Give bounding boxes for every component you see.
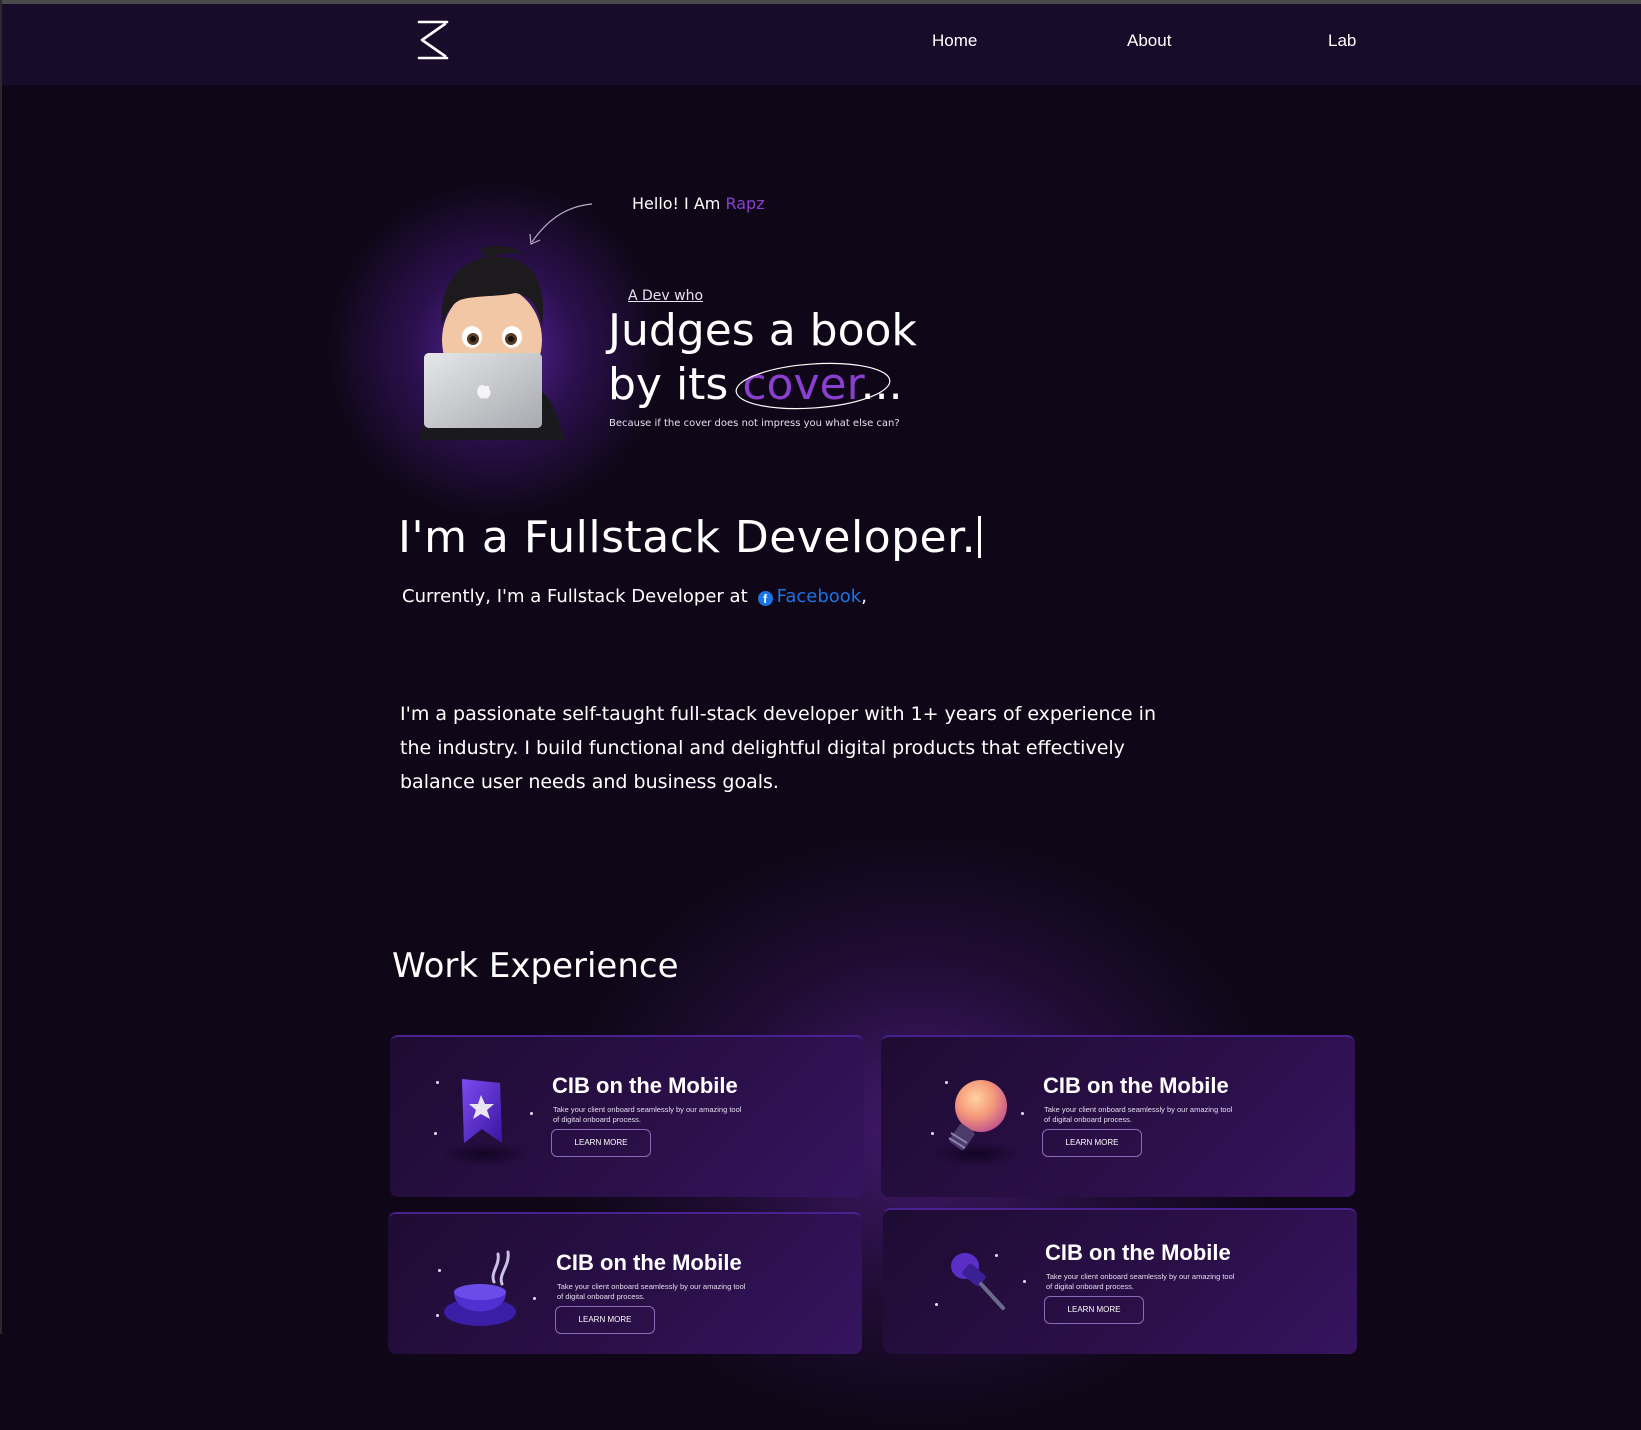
highlight-ellipse: [735, 362, 891, 410]
navbar: Home About Lab: [2, 4, 1641, 85]
sparkle-dot: [530, 1112, 533, 1115]
card-title: CIB on the Mobile: [552, 1073, 738, 1098]
headline-line-2-prefix: by its: [608, 359, 743, 410]
work-card: CIB on the Mobile Take your client onboa…: [881, 1035, 1355, 1197]
sparkle-dot: [995, 1254, 998, 1257]
current-role-prefix: Currently, I'm a Fullstack Developer at: [402, 586, 748, 607]
bookmark-star-icon: [462, 1079, 502, 1143]
sparkle-dot: [935, 1303, 938, 1306]
sparkle-dot: [436, 1314, 439, 1317]
window-left-border: [0, 0, 2, 1334]
curved-arrow-icon: [529, 203, 593, 245]
sparkle-dot: [931, 1132, 934, 1135]
card-title: CIB on the Mobile: [1045, 1240, 1231, 1265]
learn-more-button[interactable]: LEARN MORE: [551, 1129, 651, 1157]
nav-home-link[interactable]: Home: [932, 31, 977, 51]
coffee-cup-icon: [444, 1250, 516, 1326]
headline-line-1: Judges a book: [608, 305, 917, 356]
work-card: CIB on the Mobile Take your client onboa…: [388, 1212, 862, 1354]
dev-who-label: A Dev who: [628, 288, 704, 304]
company-link[interactable]: Facebook: [777, 586, 862, 607]
sparkle-dot: [533, 1297, 536, 1300]
card-description: Take your client onboard seamlessly by o…: [553, 1105, 742, 1124]
lightbulb-icon: [948, 1080, 1007, 1150]
pin-icon: [951, 1253, 1005, 1310]
current-role: Currently, I'm a Fullstack Developer at f…: [402, 586, 867, 607]
sparkle-dot: [436, 1081, 439, 1084]
bio-paragraph: I'm a passionate self-taught full-stack …: [400, 703, 1156, 793]
greeting-prefix: Hello! I Am: [632, 194, 726, 213]
nav-lab-link[interactable]: Lab: [1328, 31, 1356, 51]
sparkle-dot: [1021, 1112, 1024, 1115]
memoji-laptop-avatar: [420, 245, 565, 440]
learn-more-button[interactable]: LEARN MORE: [555, 1306, 655, 1334]
card-description: Take your client onboard seamlessly by o…: [557, 1282, 746, 1301]
company-suffix: ,: [861, 586, 867, 607]
work-card: CIB on the Mobile Take your client onboa…: [883, 1208, 1357, 1354]
facebook-icon: f: [757, 591, 773, 606]
role-title: I'm a Fullstack Developer.: [398, 512, 982, 563]
card-description: Take your client onboard seamlessly by o…: [1046, 1272, 1235, 1291]
sparkle-dot: [1023, 1280, 1026, 1283]
typing-cursor: [978, 516, 982, 558]
k-logo-icon[interactable]: [416, 20, 450, 60]
learn-more-button[interactable]: LEARN MORE: [1042, 1129, 1142, 1157]
sparkle-dot: [945, 1081, 948, 1084]
learn-more-button[interactable]: LEARN MORE: [1044, 1296, 1144, 1324]
nav-about-link[interactable]: About: [1127, 31, 1171, 51]
role-title-text: I'm a Fullstack Developer.: [398, 512, 977, 563]
greeting-name: Rapz: [725, 194, 765, 213]
sparkle-dot: [434, 1132, 437, 1135]
hero-subline: Because if the cover does not impress yo…: [609, 418, 900, 429]
card-title: CIB on the Mobile: [1043, 1073, 1229, 1098]
hero-greeting: Hello! I Am Rapz: [632, 194, 765, 213]
work-experience-heading: Work Experience: [392, 946, 679, 986]
card-title: CIB on the Mobile: [556, 1250, 742, 1275]
card-description: Take your client onboard seamlessly by o…: [1044, 1105, 1233, 1124]
sparkle-dot: [438, 1269, 441, 1272]
work-card: CIB on the Mobile Take your client onboa…: [390, 1035, 864, 1197]
